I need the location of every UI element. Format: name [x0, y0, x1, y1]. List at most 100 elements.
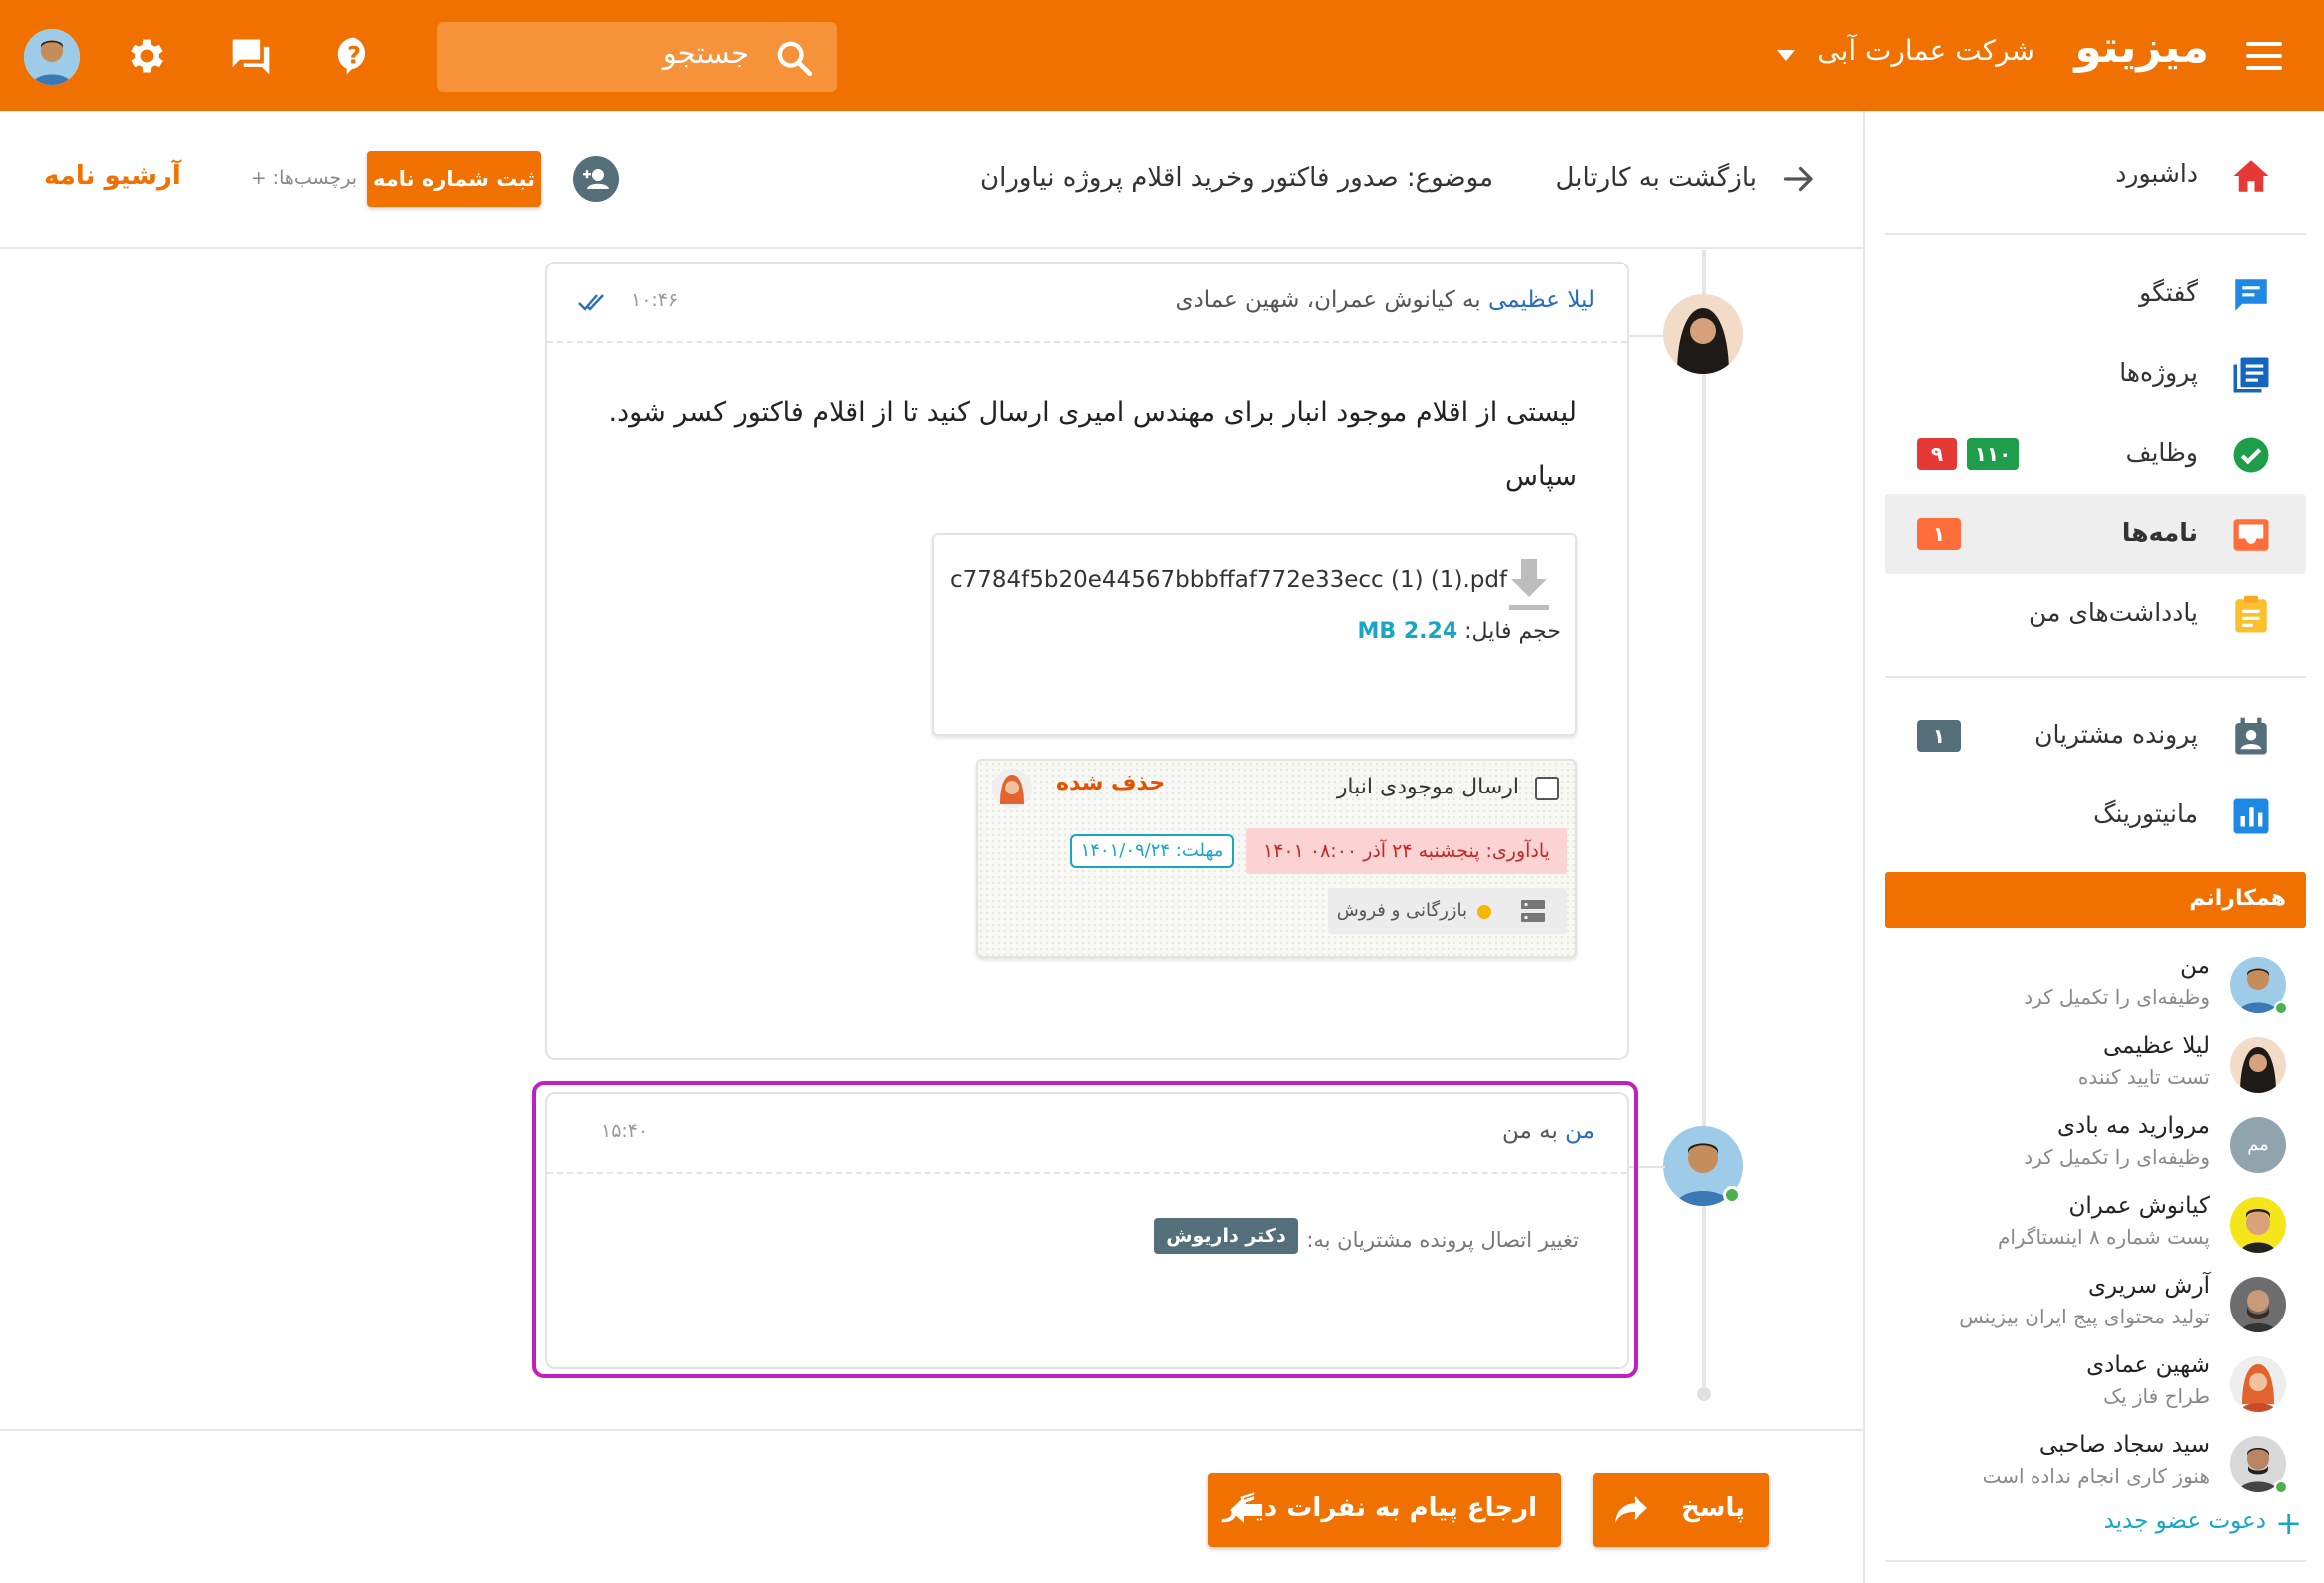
team-member[interactable]: لیلا عظیمی تست تایید کننده [1885, 1027, 2306, 1107]
sidebar-item-letters[interactable]: نامه‌ها ۱ [1885, 494, 2306, 574]
team-member[interactable]: کیانوش عمران پست شماره ۸ اینستاگرام [1885, 1187, 2306, 1267]
help-icon[interactable]: ? [332, 34, 376, 78]
timeline-connector [1629, 335, 1665, 337]
top-bar: میزیتو شرکت عمارت آبی جستجو ? [0, 0, 2324, 111]
sidebar-item-label: مانیتورینگ [2093, 799, 2198, 828]
task-reminder: یادآوری: پنجشنبه ۲۴ آذر ۰۸:۰۰ ۱۴۰۱ [1246, 828, 1567, 874]
sidebar-item-label: داشبورد [2115, 159, 2198, 188]
back-to-inbox-link[interactable]: بازگشت به کارتابل [1556, 163, 1757, 193]
attachment-filename[interactable]: c7784f5b20e44567bbbffaf772e33ecc (1) (1)… [950, 567, 1507, 593]
task-assignee-avatar [992, 769, 1032, 808]
task-deleted-status: حذف شده [1056, 771, 1166, 795]
timeline-end-dot [1697, 1387, 1711, 1401]
reply-button[interactable]: پاسخ [1593, 1473, 1769, 1547]
team-header[interactable]: همکارانم [1885, 872, 2306, 928]
user-avatar[interactable] [24, 29, 80, 85]
message-body: لیستی از اقلام موجود انبار برای مهندس ام… [608, 397, 1577, 428]
message-header: لیلا عظیمی به کیانوش عمران، شهین عمادی ۱… [547, 264, 1627, 343]
customer-chip[interactable]: دکتر داریوش [1154, 1218, 1298, 1254]
forward-button-label: ارجاع پیام به نفرات دیگر [1222, 1493, 1537, 1523]
task-project-name: بازرگانی و فروش [1336, 900, 1467, 921]
recipients: به من [1501, 1118, 1566, 1144]
project-color-dot [1477, 905, 1491, 919]
attachment-size-value: 2.24 MB [1357, 619, 1458, 644]
add-person-icon [583, 169, 609, 189]
download-icon[interactable] [1505, 557, 1553, 613]
member-status: وظیفه‌ای را تکمیل کرد [2024, 1145, 2210, 1169]
tags-add-link[interactable]: برچسب‌ها: + [251, 167, 357, 189]
team-member[interactable]: سید سجاد صاحبی هنوز کاری انجام نداده است [1885, 1426, 2306, 1506]
sender-name[interactable]: لیلا عظیمی [1488, 287, 1595, 313]
team-member[interactable]: مم مروارید مه بادی وظیفه‌ای را تکمیل کرد [1885, 1107, 2306, 1187]
message-icon [2235, 279, 2267, 311]
task-project-chip[interactable]: بازرگانی و فروش [1328, 888, 1567, 934]
attachment-card[interactable]: c7784f5b20e44567bbbffaf772e33ecc (1) (1)… [932, 533, 1577, 736]
team-member[interactable]: آرش سریری تولید محتوای پیج ایران بیزینس [1885, 1267, 2306, 1346]
sidebar-item-label: یادداشت‌های من [2028, 598, 2198, 627]
chart-icon [2233, 798, 2269, 834]
divider [1885, 676, 2306, 678]
sidebar-item-label: پرونده مشتریان [2034, 720, 2198, 749]
register-letter-number-button[interactable]: ثبت شماره نامه [367, 151, 541, 207]
member-name: مروارید مه بادی [2056, 1113, 2210, 1139]
archive-letter-link[interactable]: آرشیو نامه [44, 161, 181, 191]
attachment-size-label: حجم فایل: [1457, 619, 1561, 644]
team-member[interactable]: شهین عمادی طراح فاز یک [1885, 1346, 2306, 1426]
customer-link-change-text: تغییر اتصال پرونده مشتریان به: [1306, 1228, 1579, 1252]
inbox-icon [2233, 519, 2269, 551]
reply-button-label: پاسخ [1681, 1493, 1745, 1523]
avatar [2230, 1037, 2286, 1093]
member-status: پست شماره ۸ اینستاگرام [1997, 1225, 2210, 1249]
tasks-check-icon [2233, 437, 2269, 473]
online-status [2274, 1001, 2288, 1015]
letters-badge: ۱ [1917, 518, 1961, 550]
sidebar-item-notes[interactable]: یادداشت‌های من [1885, 574, 2306, 654]
recipients: به کیانوش عمران، شهین عمادی [1175, 287, 1489, 313]
search-input[interactable]: جستجو [663, 36, 749, 70]
sidebar: داشبورد گفتگو پروژه‌ها وظایف ۱۱۰ ۹ نامه‌… [1863, 111, 2324, 1583]
arrow-right-icon[interactable] [1779, 161, 1819, 197]
member-status: وظیفه‌ای را تکمیل کرد [2024, 985, 2210, 1009]
member-name: آرش سریری [2088, 1273, 2210, 1299]
sidebar-item-dashboard[interactable]: داشبورد [1885, 135, 2306, 215]
company-selector[interactable]: شرکت عمارت آبی [1817, 34, 2034, 67]
team-member[interactable]: من وظیفه‌ای را تکمیل کرد [1885, 947, 2306, 1027]
sidebar-item-customers[interactable]: پرونده مشتریان ۱ [1885, 696, 2306, 776]
plus-icon[interactable]: + [2275, 1504, 2302, 1542]
chevron-down-icon[interactable] [1777, 50, 1795, 61]
letter-subject: موضوع: صدور فاکتور وخرید اقلام پروژه نیا… [980, 163, 1493, 193]
app-logo[interactable]: میزیتو [2074, 22, 2209, 73]
chat-icon[interactable] [229, 34, 273, 78]
avatar-initials: مم [2230, 1117, 2286, 1173]
task-checkbox[interactable] [1535, 777, 1559, 800]
linked-task-card[interactable]: ارسال موجودی انبار حذف شده یادآوری: پنجش… [976, 759, 1577, 958]
sidebar-item-monitoring[interactable]: مانیتورینگ [1885, 776, 2306, 855]
hamburger-icon[interactable] [2246, 42, 2282, 70]
member-status: طراح فاز یک [2103, 1384, 2210, 1408]
customers-badge: ۱ [1917, 720, 1961, 752]
sidebar-item-projects[interactable]: پروژه‌ها [1885, 334, 2306, 414]
search-icon[interactable] [774, 38, 814, 78]
forward-button[interactable]: ارجاع پیام به نفرات دیگر [1208, 1473, 1561, 1547]
tasks-count-badge: ۱۱۰ [1967, 438, 2019, 470]
sidebar-item-chat[interactable]: گفتگو [1885, 255, 2306, 334]
avatar [2230, 1277, 2286, 1332]
gear-icon[interactable] [125, 34, 169, 78]
invite-member-link[interactable]: دعوت عضو جدید [2104, 1508, 2266, 1534]
add-participant-button[interactable] [573, 156, 619, 202]
action-bar: پاسخ ارجاع پیام به نفرات دیگر [0, 1429, 1863, 1583]
timeline-line [1702, 250, 1706, 1395]
sidebar-item-tasks[interactable]: وظایف ۱۱۰ ۹ [1885, 414, 2306, 494]
projects-icon [2233, 357, 2269, 393]
divider [1885, 1560, 2306, 1562]
sender-name[interactable]: من [1565, 1118, 1595, 1144]
sender-avatar[interactable] [1663, 294, 1743, 374]
attachment-size: حجم فایل: 2.24 MB [1358, 619, 1561, 644]
task-title[interactable]: ارسال موجودی انبار [1337, 775, 1519, 799]
member-status: تولید محتوای پیج ایران بیزینس [1959, 1305, 2210, 1328]
double-check-icon [578, 294, 604, 311]
member-name: کیانوش عمران [2068, 1193, 2210, 1219]
message-signoff: سپاس [1505, 461, 1577, 492]
home-icon [2233, 160, 2269, 192]
customer-file-icon [2235, 717, 2267, 755]
